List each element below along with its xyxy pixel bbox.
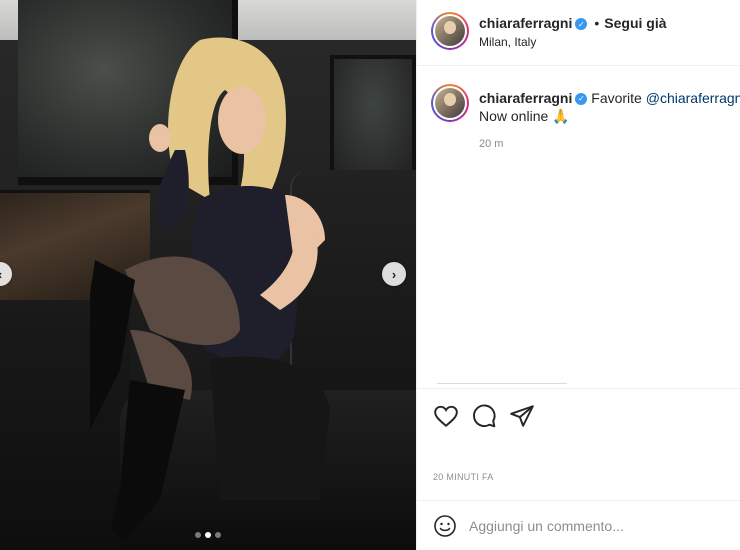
heart-icon[interactable] [433, 403, 459, 429]
following-button[interactable]: Segui già [604, 15, 666, 31]
location-link[interactable]: Milan, Italy [479, 35, 536, 49]
avatar[interactable] [431, 84, 469, 122]
smiley-icon[interactable] [433, 514, 457, 538]
woman-figure [90, 37, 330, 540]
caption-text: chiaraferragni✓ Favorite @chiaraferragni… [479, 89, 740, 125]
carousel-dot-active [205, 532, 211, 538]
scroll-divider [437, 383, 567, 387]
action-bar [417, 388, 740, 443]
header-title-line: chiaraferragni ✓ • Segui già [479, 15, 667, 31]
carousel-dot [195, 532, 201, 538]
car-rear-window [330, 55, 416, 175]
next-photo-button[interactable]: › [382, 262, 406, 286]
comment-icon[interactable] [471, 403, 497, 429]
username-link[interactable]: chiaraferragni [479, 15, 572, 31]
caption-time: 20 m [479, 138, 504, 150]
post-details-panel: chiaraferragni ✓ • Segui già Milan, Italy c… [416, 0, 740, 550]
verified-badge-icon: ✓ [575, 18, 588, 31]
carousel-indicator [0, 532, 416, 538]
carousel-dot [215, 532, 221, 538]
separator-bullet: • [594, 15, 600, 31]
mention-link[interactable]: @chiaraferragnibrand [646, 90, 740, 106]
caption-prefix: Favorite [591, 90, 646, 106]
caption-comment: chiaraferragni✓ Favorite @chiaraferragni… [417, 80, 740, 380]
caption-username-link[interactable]: chiaraferragni [479, 90, 572, 106]
comment-bar [417, 500, 740, 550]
post-photo[interactable]: ‹ › [0, 0, 416, 550]
post-header: chiaraferragni ✓ • Segui già Milan, Italy [417, 0, 740, 66]
verified-badge-icon: ✓ [575, 93, 588, 106]
post-timestamp[interactable]: 20 minuti fa [433, 472, 494, 482]
paper-plane-icon[interactable] [509, 403, 535, 429]
comment-input[interactable] [469, 513, 719, 539]
caption-second-line: Now online 🙏 [479, 108, 570, 124]
avatar[interactable] [431, 12, 469, 50]
